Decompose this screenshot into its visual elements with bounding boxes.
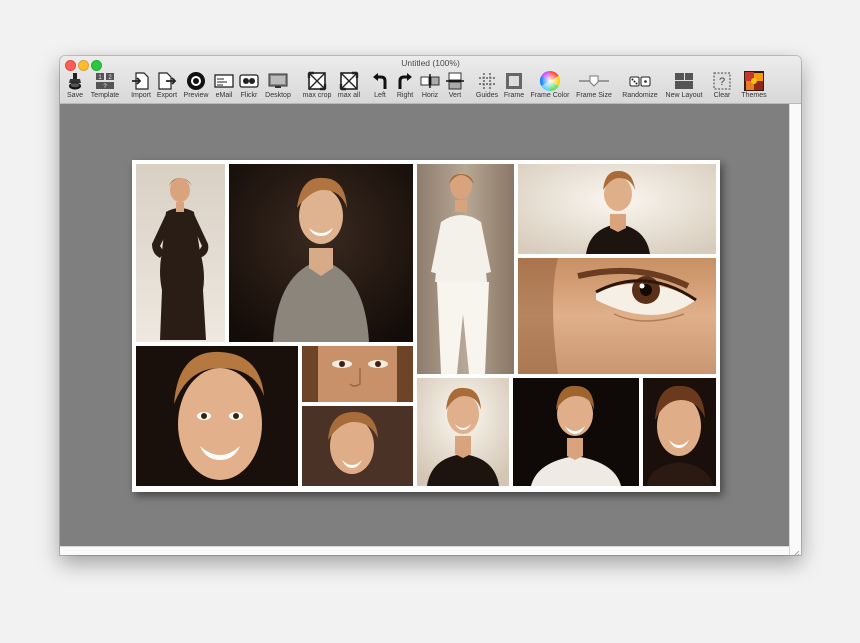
- rotate-right-button[interactable]: Right: [394, 71, 416, 101]
- frame-button[interactable]: Frame: [503, 71, 525, 101]
- photo-woman-portrait-light[interactable]: [417, 378, 509, 486]
- clear-label: Clear: [713, 92, 731, 99]
- template-button[interactable]: 1 2? Template: [89, 71, 121, 101]
- max-all-icon: [339, 71, 359, 91]
- max-all-button[interactable]: max all: [336, 71, 362, 101]
- new-layout-button[interactable]: New Layout: [664, 71, 704, 101]
- save-label: Save: [67, 92, 83, 99]
- guides-label: Guides: [475, 92, 499, 99]
- photo-eye-closeup[interactable]: [518, 258, 716, 374]
- flickr-button[interactable]: Flickr: [238, 71, 260, 101]
- color-wheel-icon: [540, 71, 560, 91]
- flickr-icon: [239, 71, 259, 91]
- export-icon: [157, 71, 177, 91]
- email-button[interactable]: eMail: [213, 71, 235, 101]
- preview-icon: [186, 71, 206, 91]
- photo-face-crop[interactable]: [302, 346, 413, 402]
- email-label: eMail: [215, 92, 233, 99]
- desktop-button[interactable]: Desktop: [263, 71, 293, 101]
- import-label: Import: [131, 92, 151, 99]
- flickr-label: Flickr: [240, 92, 258, 99]
- randomize-label: Randomize: [622, 92, 658, 99]
- photo-woman-laughing[interactable]: [513, 378, 639, 486]
- guides-button[interactable]: Guides: [474, 71, 500, 101]
- flip-vertical-button[interactable]: Vert: [446, 71, 464, 101]
- flip-horizontal-label: Horiz: [421, 92, 439, 99]
- rotate-left-icon: [372, 71, 388, 91]
- frame-size-slider[interactable]: Frame Size: [575, 71, 613, 101]
- email-icon: [214, 71, 234, 91]
- preview-label: Preview: [183, 92, 209, 99]
- collage-board[interactable]: [132, 160, 720, 492]
- photo-woman-looking-up[interactable]: [302, 406, 413, 486]
- svg-text:?: ?: [719, 76, 725, 88]
- clear-icon: ?: [713, 71, 731, 91]
- window-title: Untitled (100%): [401, 58, 460, 68]
- max-all-label: max all: [337, 92, 361, 99]
- slider-icon: [578, 71, 610, 91]
- title-bar: Untitled (100%) Save 1 2? Template Import…: [60, 56, 801, 104]
- frame-color-button[interactable]: Frame Color: [530, 71, 570, 101]
- photo-woman-grey-sweater[interactable]: [229, 164, 413, 342]
- dice-icon: [629, 71, 651, 91]
- preview-button[interactable]: Preview: [182, 71, 210, 101]
- frame-size-label: Frame Size: [576, 92, 612, 99]
- guides-icon: [478, 71, 496, 91]
- randomize-button[interactable]: Randomize: [621, 71, 659, 101]
- flip-horizontal-icon: [420, 71, 440, 91]
- new-layout-icon: [674, 71, 694, 91]
- max-crop-icon: [307, 71, 327, 91]
- desktop-icon: [268, 71, 288, 91]
- rotate-left-button[interactable]: Left: [371, 71, 389, 101]
- import-button[interactable]: Import: [129, 71, 153, 101]
- template-label: Template: [90, 92, 120, 99]
- themes-label: Themes: [741, 92, 767, 99]
- photo-woman-white-outfit[interactable]: [417, 164, 514, 374]
- canvas-area[interactable]: [60, 104, 789, 546]
- max-crop-label: max crop: [302, 92, 332, 99]
- flip-vertical-icon: [446, 71, 464, 91]
- themes-button[interactable]: Themes: [740, 71, 768, 101]
- rotate-left-label: Left: [374, 92, 386, 99]
- frame-color-label: Frame Color: [530, 92, 570, 99]
- import-icon: [131, 71, 151, 91]
- rotate-right-label: Right: [396, 92, 414, 99]
- frame-icon: [505, 71, 523, 91]
- flip-vertical-label: Vert: [448, 92, 462, 99]
- new-layout-label: New Layout: [665, 92, 703, 99]
- app-window: Untitled (100%) Save 1 2? Template Import…: [60, 56, 801, 555]
- flip-horizontal-button[interactable]: Horiz: [420, 71, 440, 101]
- resize-grip-icon[interactable]: [791, 545, 800, 555]
- photo-woman-black-top[interactable]: [518, 164, 716, 254]
- vertical-scrollbar[interactable]: [789, 104, 801, 555]
- themes-icon: [744, 71, 764, 91]
- max-crop-button[interactable]: max crop: [300, 71, 334, 101]
- clear-button[interactable]: ? Clear: [711, 71, 733, 101]
- rotate-right-icon: [397, 71, 413, 91]
- save-button[interactable]: Save: [65, 71, 85, 101]
- save-icon: [67, 71, 83, 91]
- export-label: Export: [156, 92, 178, 99]
- export-button[interactable]: Export: [155, 71, 179, 101]
- desktop-label: Desktop: [265, 92, 291, 99]
- horizontal-scrollbar[interactable]: [60, 546, 789, 555]
- template-icon: 1 2?: [95, 71, 115, 91]
- photo-woman-black-dress[interactable]: [136, 164, 225, 342]
- photo-face-closeup-smiling[interactable]: [136, 346, 298, 486]
- photo-woman-portrait-right[interactable]: [643, 378, 716, 486]
- frame-label: Frame: [503, 92, 525, 99]
